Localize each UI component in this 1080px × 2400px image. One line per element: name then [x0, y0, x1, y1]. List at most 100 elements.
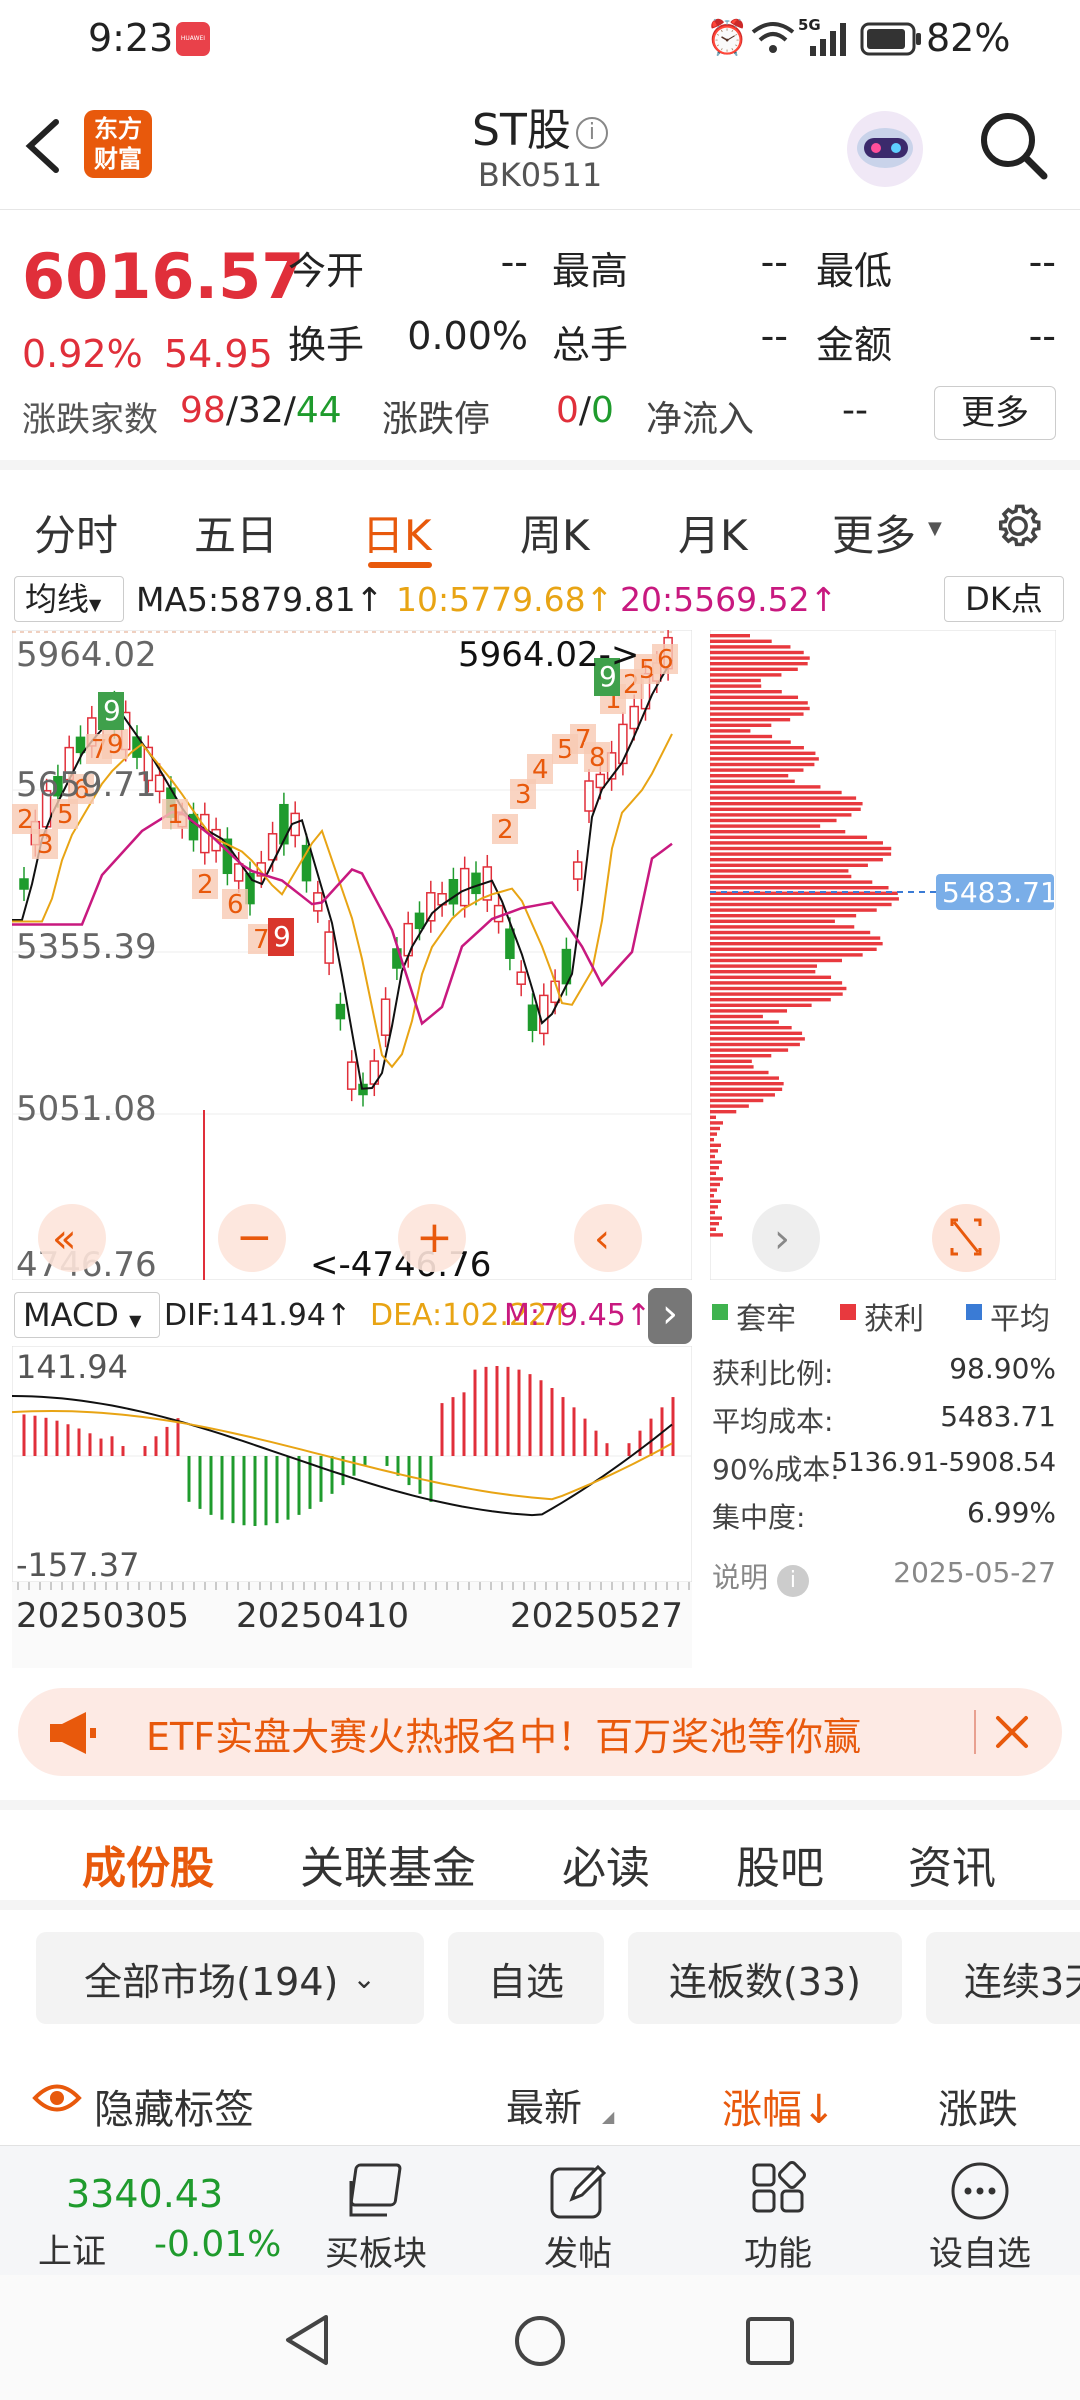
section-divider — [0, 1900, 1080, 1910]
sort-desc-icon: ↓ — [802, 2087, 836, 2133]
profit-swatch — [840, 1304, 856, 1320]
signal-marker-label: 2 — [497, 815, 514, 845]
sort-icon: ◢ — [602, 2107, 615, 2126]
chip-note-link[interactable]: 说明 i — [712, 1556, 809, 1597]
promo-banner[interactable]: ETF实盘大赛火热报名中！百万奖池等你赢 — [18, 1688, 1062, 1776]
settings-gear-icon[interactable] — [990, 498, 1046, 554]
column-change[interactable]: 涨跌 — [938, 2077, 1018, 2135]
tab-related-funds[interactable]: 关联基金 — [300, 1832, 476, 1896]
tab-forum[interactable]: 股吧 — [736, 1832, 824, 1896]
macd-selector[interactable]: MACD ▼ — [14, 1292, 160, 1338]
average-cost-label: 平均成本: — [712, 1405, 834, 1438]
nav-functions[interactable]: 功能 — [718, 2156, 838, 2275]
chevron-down-icon: ▼ — [928, 518, 942, 539]
chevron-left-icon: ‹ — [594, 1216, 610, 1262]
chip-bar — [710, 874, 852, 879]
hide-tags-toggle[interactable]: 隐藏标签 — [94, 2077, 254, 2135]
candle-body — [505, 928, 515, 959]
tab-intraday[interactable]: 分时 — [34, 502, 118, 563]
chip-bar — [710, 751, 816, 755]
dk-point-button[interactable]: DK点 — [944, 576, 1064, 622]
candle-body — [493, 904, 504, 923]
info-icon[interactable]: i — [575, 117, 608, 149]
more-quote-button[interactable]: 更多 — [934, 386, 1056, 440]
nav-buy-sector[interactable]: 买板块 — [316, 2156, 436, 2275]
profit-ratio-value: 98.90% — [949, 1352, 1056, 1385]
page-title: ST股 — [472, 105, 571, 156]
candle-body — [471, 872, 481, 895]
chip-bar — [710, 1233, 723, 1237]
column-change-pct[interactable]: 涨幅↓ — [722, 2077, 836, 2135]
chip-bar — [710, 1149, 718, 1153]
filter-watchlist[interactable]: 自选 — [448, 1932, 604, 2024]
chip-bar — [710, 846, 892, 851]
back-icon[interactable] — [20, 116, 66, 176]
chip-bar — [710, 1177, 723, 1181]
chip-bar — [710, 824, 821, 828]
chip-bar — [710, 981, 843, 985]
tab-news[interactable]: 资讯 — [908, 1832, 996, 1896]
signal-marker-label: 1 — [167, 800, 184, 830]
chip-bar — [710, 684, 762, 688]
chip-bar — [710, 656, 810, 660]
m-value: M:79.45↑ — [504, 1298, 652, 1333]
tab-five-day[interactable]: 五日 — [194, 502, 278, 563]
status-time: 9:23 — [88, 16, 174, 60]
tab-constituents[interactable]: 成份股 — [82, 1832, 214, 1896]
filter-limit-up-streak[interactable]: 连板数(33) — [628, 1932, 902, 2024]
low-value: -- — [1028, 240, 1056, 284]
chip-distribution-chart[interactable]: 5483.71 › — [710, 630, 1056, 1280]
index-name: 上证 — [38, 2232, 106, 2272]
info-icon: i — [776, 1565, 809, 1597]
tab-daily-k[interactable]: 日K — [362, 502, 432, 563]
ma-legend-row: 均线▼ MA5:5879.81↑ 10:5779.68↑ 20:5569.52↑… — [0, 570, 1080, 630]
candle-body — [380, 998, 391, 1036]
signal-marker-label: 3 — [37, 830, 54, 860]
index-ticker[interactable]: 3340.43 上证 -0.01% — [0, 2146, 300, 2276]
market-filter-dropdown[interactable]: 全部市场(194) ⌄ — [36, 1932, 424, 2024]
volume-label: 总手 — [552, 323, 629, 367]
chip-bar — [710, 852, 892, 856]
app-logo[interactable]: 东方 财富 — [84, 110, 152, 178]
search-icon[interactable] — [978, 110, 1050, 182]
chip-bar — [710, 970, 816, 974]
nav-add-watchlist[interactable]: 设自选 — [920, 2156, 1040, 2275]
candle-body — [629, 705, 639, 730]
column-latest[interactable]: 最新 — [506, 2077, 582, 2132]
nav-recents-icon[interactable] — [744, 2315, 796, 2367]
chip-bar — [710, 1205, 718, 1209]
candlestick-chart[interactable]: 23567 912672345 781 2 5 6999 5964.02 5659.71 … — [12, 630, 692, 1280]
signal-marker-label: 9 — [103, 694, 121, 727]
candle-body — [516, 971, 526, 985]
chip-bar — [710, 1115, 716, 1119]
tab-weekly-k[interactable]: 周K — [520, 502, 590, 563]
chip-bar — [710, 1048, 789, 1052]
content-tabs: 成份股 关联基金 必读 股吧 资讯 — [0, 1800, 1080, 1908]
period-tabs: 分时 五日 日K 周K 月K 更多 ▼ — [0, 460, 1080, 570]
indicator-selector[interactable]: 均线▼ — [14, 576, 124, 622]
candle-body — [75, 736, 86, 754]
eye-icon[interactable] — [32, 2081, 82, 2115]
chip-bar — [710, 1110, 737, 1114]
macd-chart[interactable]: 141.94 -157.37 — [12, 1346, 692, 1582]
tab-monthly-k[interactable]: 月K — [678, 502, 748, 563]
nav-post[interactable]: 发帖 — [518, 2156, 638, 2275]
tab-more[interactable]: 更多 — [832, 502, 916, 563]
robot-assistant-icon[interactable] — [842, 106, 928, 192]
nav-back-icon[interactable] — [282, 2313, 332, 2367]
macd-top-tick: 141.94 — [16, 1348, 128, 1386]
chip-bar — [710, 796, 857, 800]
expand-panel-button[interactable]: › — [648, 1288, 692, 1344]
signal-marker-label: 4 — [532, 755, 549, 785]
nav-home-icon[interactable] — [512, 2313, 568, 2369]
limit-counts: 0/0 — [556, 390, 614, 431]
chip-bar — [710, 1104, 749, 1108]
chip-bar — [710, 1227, 716, 1231]
bottom-toolbar: 3340.43 上证 -0.01% 买板块 发帖 功能 设自选 — [0, 2145, 1080, 2275]
chip-bar — [710, 790, 842, 795]
chip-bar — [710, 690, 782, 694]
chip-bar — [710, 1087, 783, 1091]
close-icon[interactable] — [990, 1710, 1034, 1754]
tab-must-read[interactable]: 必读 — [562, 1832, 650, 1896]
filter-consecutive-days[interactable]: 连续3天 — [926, 1932, 1080, 2024]
